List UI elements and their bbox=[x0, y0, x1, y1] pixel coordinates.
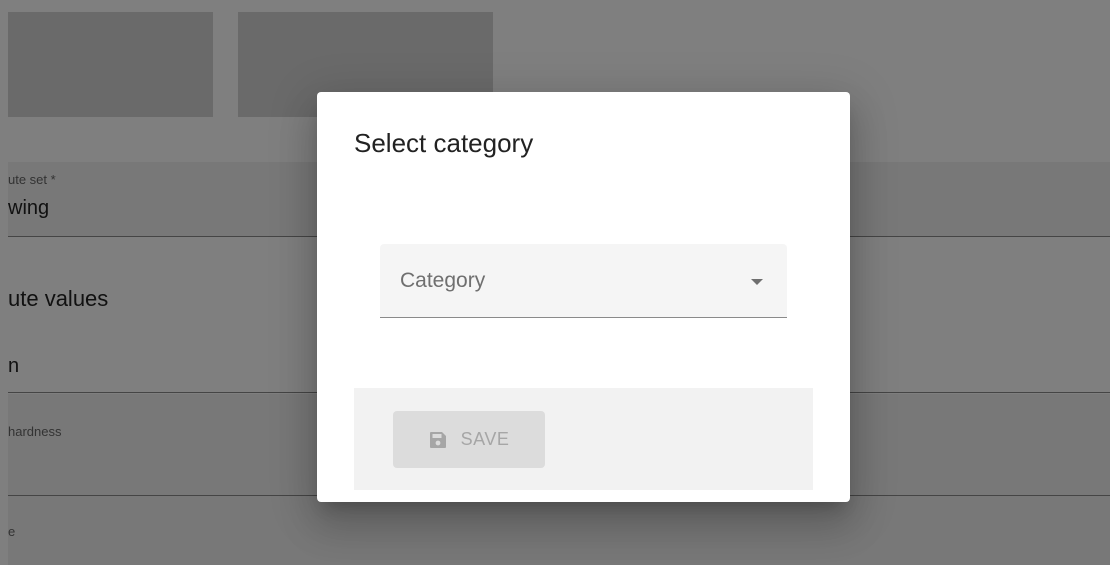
dialog-actions: SAVE bbox=[354, 388, 813, 490]
dropdown-arrow-icon bbox=[751, 279, 763, 285]
category-select-label: Category bbox=[400, 269, 486, 292]
category-select[interactable]: Category bbox=[380, 244, 787, 318]
save-button[interactable]: SAVE bbox=[393, 411, 545, 468]
floppy-disk-icon bbox=[429, 431, 447, 449]
dialog-title: Select category bbox=[354, 128, 534, 158]
save-button-label: SAVE bbox=[460, 429, 510, 449]
select-category-dialog: Select category Category SAVE bbox=[317, 92, 850, 502]
